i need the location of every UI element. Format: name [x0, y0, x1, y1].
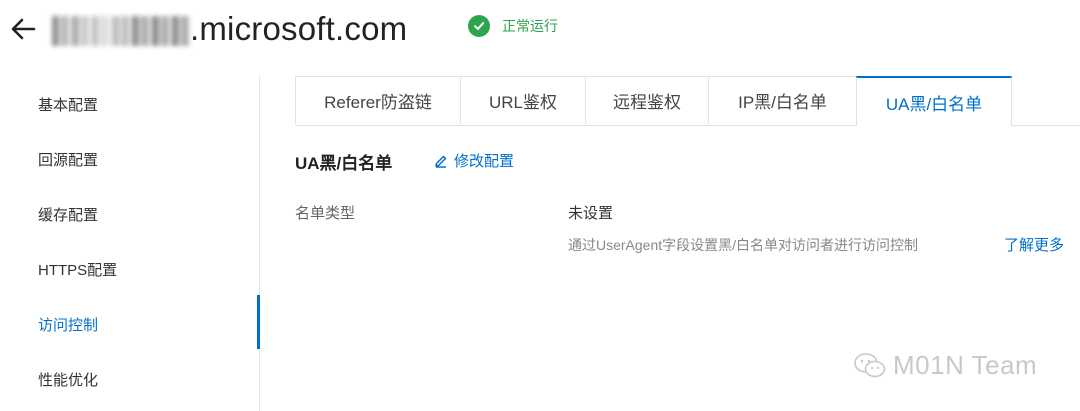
tab-url-auth[interactable]: URL鉴权	[460, 76, 586, 124]
status-text: 正常运行	[502, 18, 558, 34]
check-circle-icon	[468, 15, 490, 37]
sidebar-item-cache-config[interactable]: 缓存配置	[38, 204, 98, 225]
pencil-icon	[435, 155, 447, 168]
tab-ua-list[interactable]: UA黑/白名单	[856, 76, 1012, 126]
list-type-value: 未设置	[568, 205, 614, 222]
sidebar: 基本配置 回源配置 缓存配置 HTTPS配置 访问控制 性能优化	[0, 76, 260, 411]
learn-more-link[interactable]: 了解更多	[1004, 234, 1064, 255]
sidebar-item-basic-config[interactable]: 基本配置	[38, 94, 98, 115]
arrow-left-icon	[11, 18, 36, 40]
tab-ip-list[interactable]: IP黑/白名单	[708, 76, 857, 124]
tab-bar: Referer防盗链 URL鉴权 远程鉴权 IP黑/白名单 UA黑/白名单	[295, 76, 1080, 126]
status-badge: 正常运行	[468, 14, 558, 38]
edit-config-link[interactable]: 修改配置	[434, 150, 514, 171]
sidebar-item-access-control[interactable]: 访问控制	[38, 314, 98, 335]
tab-remote-auth[interactable]: 远程鉴权	[585, 76, 709, 124]
sidebar-item-https-config[interactable]: HTTPS配置	[38, 259, 117, 280]
edit-config-label: 修改配置	[454, 153, 515, 170]
redacted-domain-prefix	[52, 16, 190, 46]
watermark: M01N Team	[853, 350, 1037, 381]
sidebar-item-origin-config[interactable]: 回源配置	[38, 149, 98, 170]
wechat-icon	[854, 352, 886, 377]
section-title: UA黑/白名单	[295, 154, 393, 173]
header: .microsoft.com 正常运行	[0, 0, 1080, 60]
list-type-description: 通过UserAgent字段设置黑/白名单对访问者进行访问控制	[568, 237, 919, 253]
back-button[interactable]	[8, 14, 38, 44]
sidebar-active-indicator	[257, 295, 260, 349]
list-type-label: 名单类型	[295, 205, 356, 222]
tab-referer[interactable]: Referer防盗链	[295, 76, 461, 124]
watermark-text: M01N Team	[893, 350, 1038, 380]
sidebar-item-performance[interactable]: 性能优化	[38, 369, 98, 390]
domain-title: .microsoft.com	[190, 10, 408, 47]
